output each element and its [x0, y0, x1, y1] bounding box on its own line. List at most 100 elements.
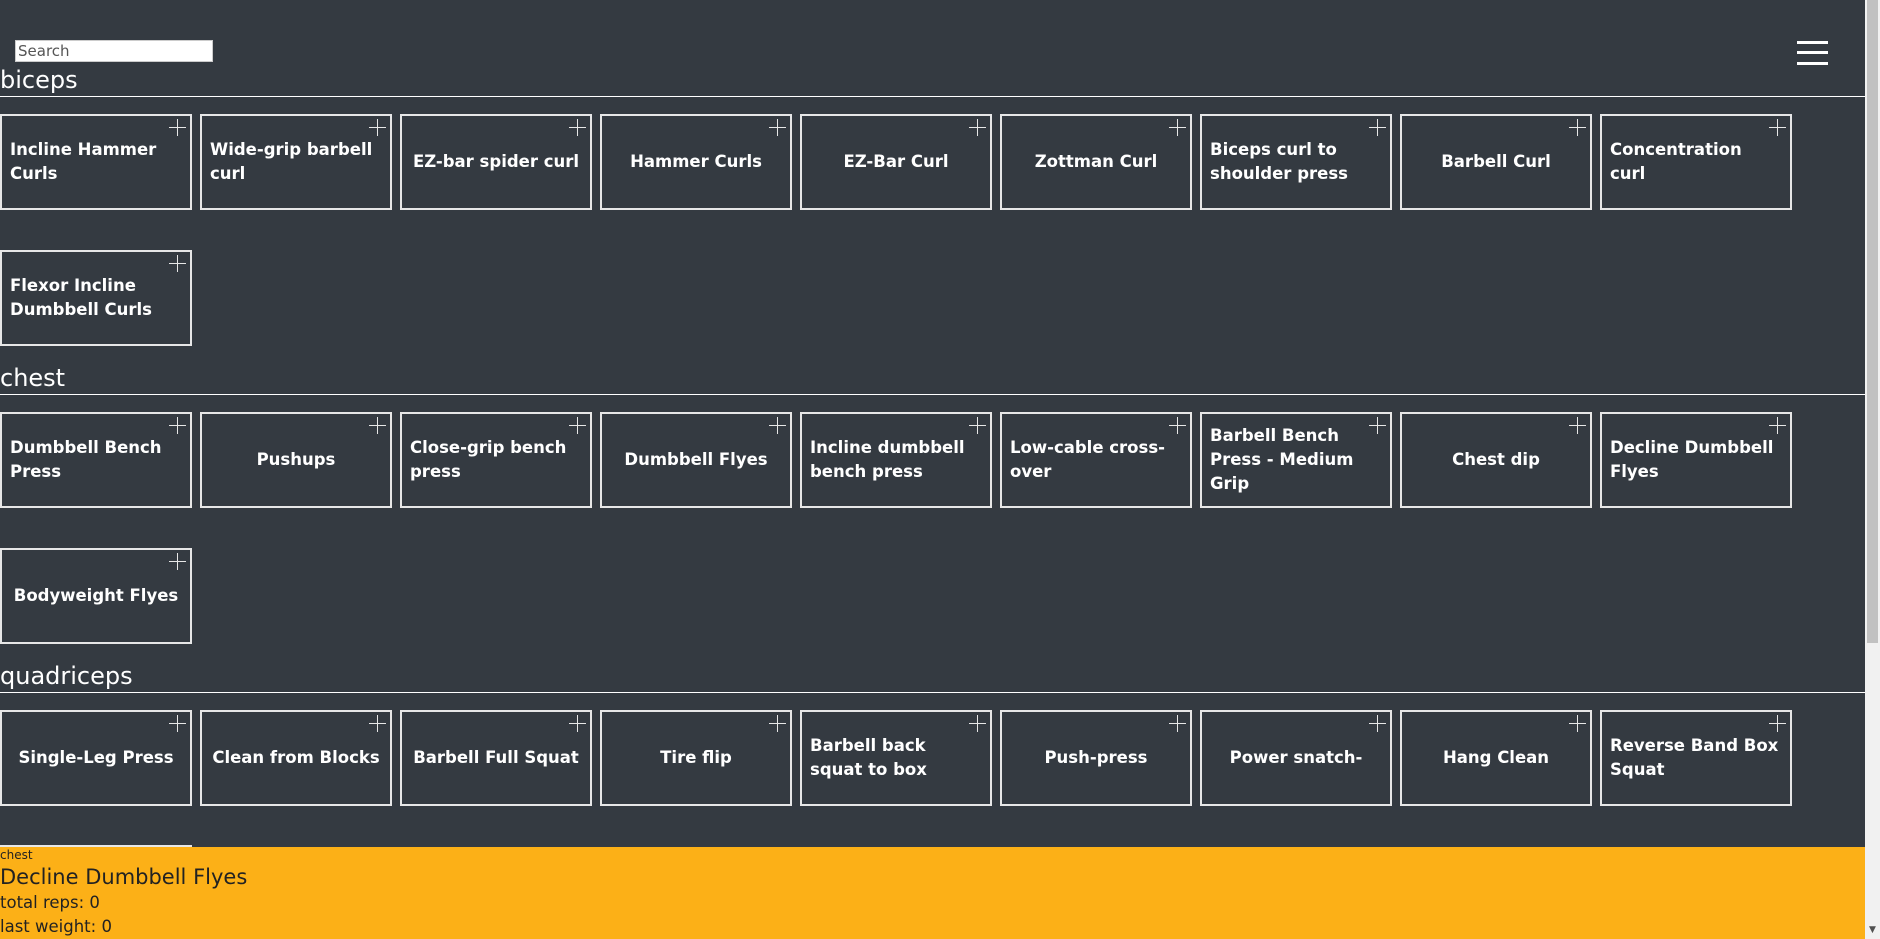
- exercise-card-label: Reverse Band Box Squat: [1610, 736, 1779, 779]
- exercise-card-label: Barbell Bench Press - Medium Grip: [1210, 426, 1354, 493]
- add-icon[interactable]: [769, 417, 786, 434]
- exercise-card[interactable]: Zottman Curl: [1000, 114, 1192, 210]
- add-icon[interactable]: [169, 553, 186, 570]
- exercise-card-label: Zottman Curl: [1034, 152, 1158, 171]
- vertical-scrollbar[interactable]: ▼: [1865, 0, 1880, 939]
- exercise-card-label: Flexor Incline Dumbbell Curls: [10, 276, 152, 319]
- add-icon[interactable]: [169, 119, 186, 136]
- add-icon[interactable]: [1569, 715, 1586, 732]
- exercise-card-label: Incline dumbbell bench press: [810, 438, 965, 481]
- exercise-card-label: Close-grip bench press: [410, 438, 567, 481]
- exercise-card-label: Pushups: [256, 450, 336, 469]
- exercise-card[interactable]: Chest dip: [1400, 412, 1592, 508]
- add-icon[interactable]: [569, 417, 586, 434]
- exercise-card[interactable]: Flexor Incline Dumbbell Curls: [0, 250, 192, 346]
- section-divider: [0, 394, 1865, 395]
- exercise-card[interactable]: Barbell Bench Press - Medium Grip: [1200, 412, 1392, 508]
- add-icon[interactable]: [1369, 417, 1386, 434]
- exercise-card[interactable]: Push-press: [1000, 710, 1192, 806]
- add-icon[interactable]: [169, 417, 186, 434]
- add-icon[interactable]: [1769, 715, 1786, 732]
- add-icon[interactable]: [369, 715, 386, 732]
- exercise-card[interactable]: Hang Clean: [1400, 710, 1592, 806]
- add-icon[interactable]: [1369, 119, 1386, 136]
- exercise-card[interactable]: Incline Hammer Curls: [0, 114, 192, 210]
- exercise-card[interactable]: Wide-grip barbell curl: [200, 114, 392, 210]
- selected-category: chest: [0, 848, 33, 862]
- exercise-card[interactable]: EZ-Bar Curl: [800, 114, 992, 210]
- add-icon[interactable]: [169, 715, 186, 732]
- search-input[interactable]: [15, 40, 213, 62]
- exercise-card[interactable]: Barbell Full Squat: [400, 710, 592, 806]
- exercise-card[interactable]: Decline Dumbbell Flyes: [1600, 412, 1792, 508]
- hamburger-menu-icon[interactable]: [1797, 41, 1828, 65]
- exercise-card-label: EZ-Bar Curl: [843, 152, 949, 171]
- exercise-card-label: Dumbbell Flyes: [624, 450, 768, 469]
- exercise-card-label: Concentration curl: [1610, 140, 1742, 183]
- exercise-card[interactable]: Barbell back squat to box: [800, 710, 992, 806]
- exercise-card[interactable]: Incline dumbbell bench press: [800, 412, 992, 508]
- last-weight: last weight: 0: [0, 917, 112, 936]
- exercise-card-label: Incline Hammer Curls: [10, 140, 157, 183]
- scrollbar-thumb[interactable]: [1867, 0, 1878, 643]
- add-icon[interactable]: [1169, 417, 1186, 434]
- exercise-card[interactable]: Barbell Curl: [1400, 114, 1592, 210]
- exercise-card-label: Bodyweight Flyes: [13, 586, 179, 605]
- exercise-card[interactable]: Pushups: [200, 412, 392, 508]
- add-icon[interactable]: [769, 715, 786, 732]
- add-icon[interactable]: [1769, 119, 1786, 136]
- exercise-card-label: Push-press: [1044, 748, 1148, 767]
- exercise-card[interactable]: Biceps curl to shoulder press: [1200, 114, 1392, 210]
- exercise-browser: biceps Incline Hammer Curls Wide-grip barb…: [0, 0, 1865, 939]
- add-icon[interactable]: [369, 417, 386, 434]
- add-icon[interactable]: [369, 119, 386, 136]
- add-icon[interactable]: [569, 715, 586, 732]
- section-title-1: chest: [0, 364, 66, 392]
- exercise-card-label: Tire flip: [660, 748, 732, 767]
- exercise-card[interactable]: Low-cable cross-over: [1000, 412, 1192, 508]
- total-reps: total reps: 0: [0, 893, 100, 912]
- add-icon[interactable]: [1769, 417, 1786, 434]
- add-icon[interactable]: [969, 417, 986, 434]
- exercise-card-label: Barbell back squat to box: [810, 736, 927, 779]
- exercise-card[interactable]: Power snatch-: [1200, 710, 1392, 806]
- exercise-card[interactable]: Reverse Band Box Squat: [1600, 710, 1792, 806]
- top-bar: [0, 0, 1865, 70]
- add-icon[interactable]: [169, 255, 186, 272]
- add-icon[interactable]: [969, 119, 986, 136]
- exercise-card-label: Decline Dumbbell Flyes: [1610, 438, 1774, 481]
- add-icon[interactable]: [969, 715, 986, 732]
- add-icon[interactable]: [1569, 119, 1586, 136]
- exercise-card-label: Chest dip: [1452, 450, 1540, 469]
- exercise-card-label: Wide-grip barbell curl: [210, 140, 373, 183]
- exercise-card-label: Barbell Curl: [1441, 152, 1551, 171]
- exercise-card-label: Biceps curl to shoulder press: [1210, 140, 1348, 183]
- exercise-card[interactable]: Single-Leg Press: [0, 710, 192, 806]
- exercise-card[interactable]: Concentration curl: [1600, 114, 1792, 210]
- exercise-card-label: Power snatch-: [1229, 748, 1363, 767]
- exercise-card-label: Low-cable cross-over: [1010, 438, 1166, 481]
- exercise-card[interactable]: Bodyweight Flyes: [0, 548, 192, 644]
- exercise-card-label: Single-Leg Press: [18, 748, 174, 767]
- exercise-card[interactable]: Hammer Curls: [600, 114, 792, 210]
- exercise-card[interactable]: EZ-bar spider curl: [400, 114, 592, 210]
- add-icon[interactable]: [1369, 715, 1386, 732]
- exercise-card[interactable]: Dumbbell Bench Press: [0, 412, 192, 508]
- section-title-0: biceps: [0, 66, 78, 94]
- add-icon[interactable]: [1169, 119, 1186, 136]
- exercise-card[interactable]: Clean from Blocks: [200, 710, 392, 806]
- scroll-down-arrow-icon[interactable]: ▼: [1867, 924, 1878, 936]
- exercise-card[interactable]: Close-grip bench press: [400, 412, 592, 508]
- add-icon[interactable]: [569, 119, 586, 136]
- exercise-card[interactable]: Dumbbell Flyes: [600, 412, 792, 508]
- section-title-2: quadriceps: [0, 662, 133, 690]
- exercise-card-label: EZ-bar spider curl: [412, 152, 580, 171]
- add-icon[interactable]: [1569, 417, 1586, 434]
- selected-exercise-panel: chest Decline Dumbbell Flyes total reps:…: [0, 847, 1865, 939]
- exercise-card[interactable]: Tire flip: [600, 710, 792, 806]
- add-icon[interactable]: [769, 119, 786, 136]
- section-divider: [0, 692, 1865, 693]
- exercise-card-label: Hammer Curls: [630, 152, 762, 171]
- selected-exercise-name: Decline Dumbbell Flyes: [0, 865, 248, 889]
- add-icon[interactable]: [1169, 715, 1186, 732]
